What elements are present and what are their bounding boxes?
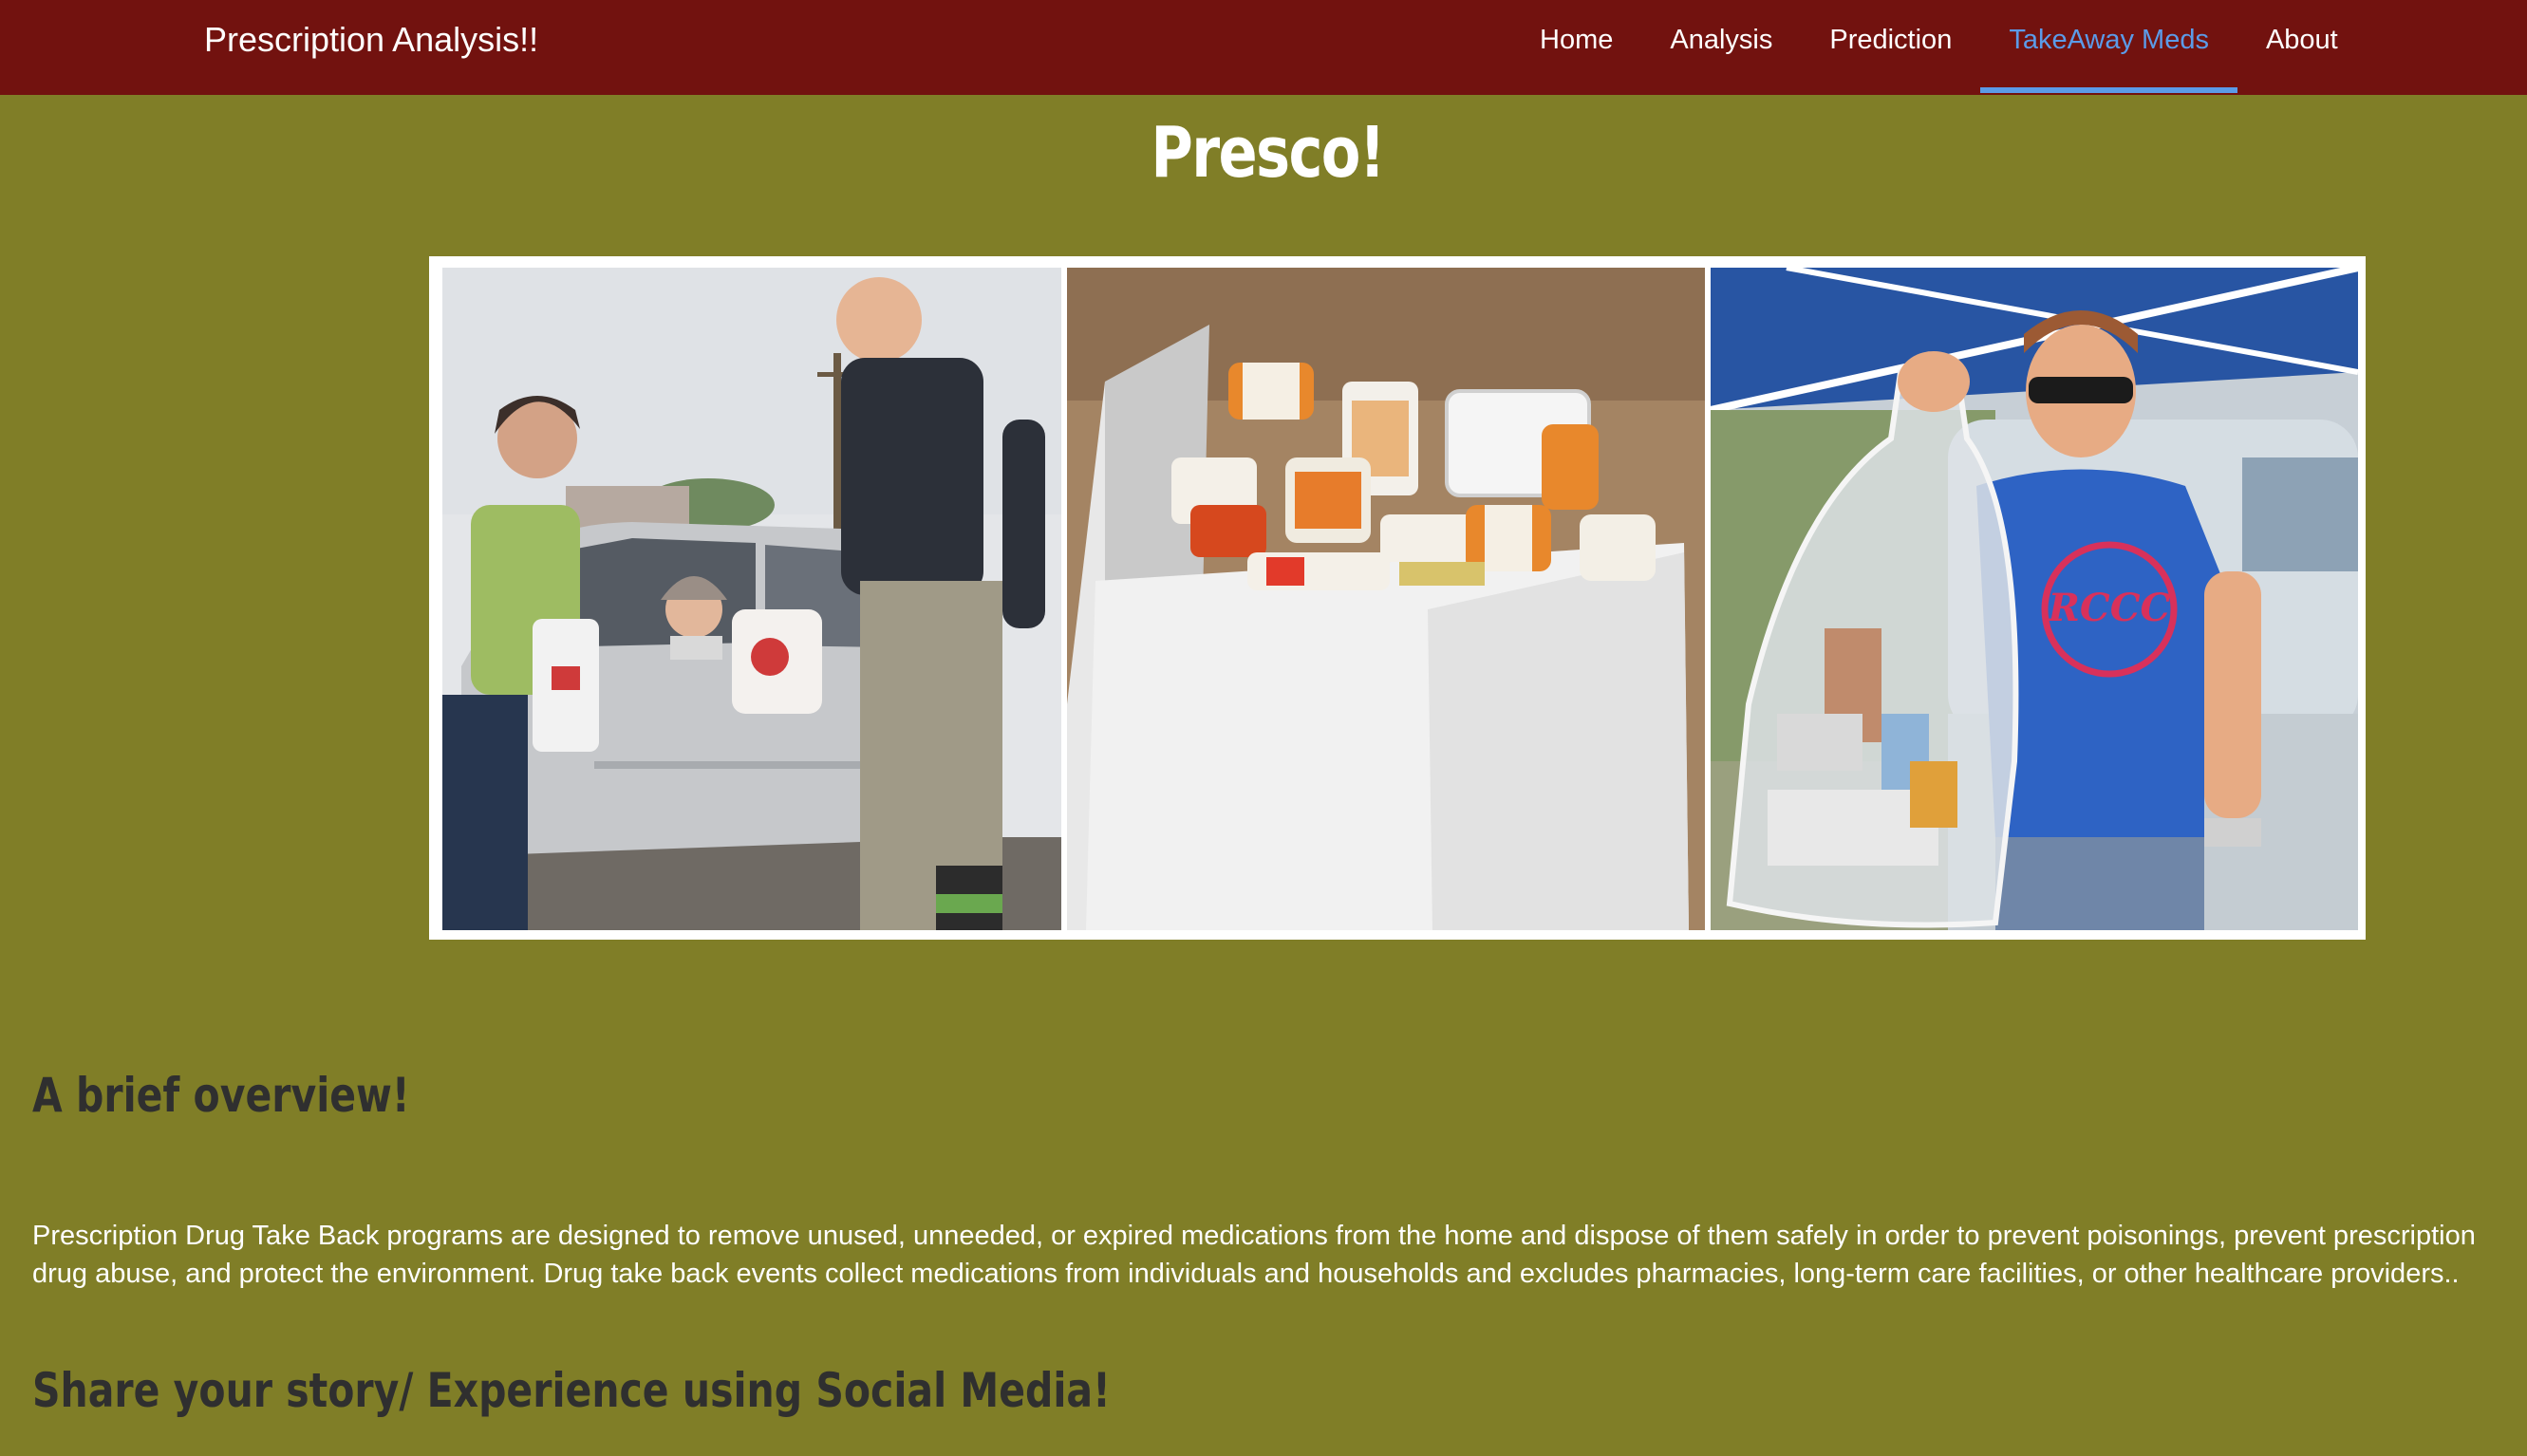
svg-text:RCCC: RCCC: [2048, 586, 2171, 630]
photo-collage: RCCC: [429, 256, 2366, 940]
nav-item-home[interactable]: Home: [1511, 0, 1641, 95]
brand-link[interactable]: Prescription Analysis!!: [204, 0, 538, 80]
medication-bottles-box-photo: [1067, 268, 1705, 930]
top-navbar: Prescription Analysis!! Home Analysis Pr…: [0, 0, 2527, 95]
drug-takeback-drive-thru-photo: [442, 268, 1061, 930]
share-heading: Share your story/ Experience using Socia…: [32, 1363, 1111, 1418]
nav-item-prediction[interactable]: Prediction: [1801, 0, 1980, 95]
nav-item-takeaway-meds[interactable]: TakeAway Meds: [1980, 0, 2237, 95]
overview-heading: A brief overview!: [32, 1068, 410, 1123]
overview-text: Prescription Drug Take Back programs are…: [32, 1221, 2476, 1289]
nav-item-about[interactable]: About: [2237, 0, 2367, 95]
page-title: Presco!: [1151, 112, 1385, 194]
nav-links: Home Analysis Prediction TakeAway Meds A…: [1511, 0, 2367, 95]
nav-item-analysis[interactable]: Analysis: [1641, 0, 1801, 95]
volunteer-with-bag-photo: RCCC: [1711, 268, 2358, 930]
